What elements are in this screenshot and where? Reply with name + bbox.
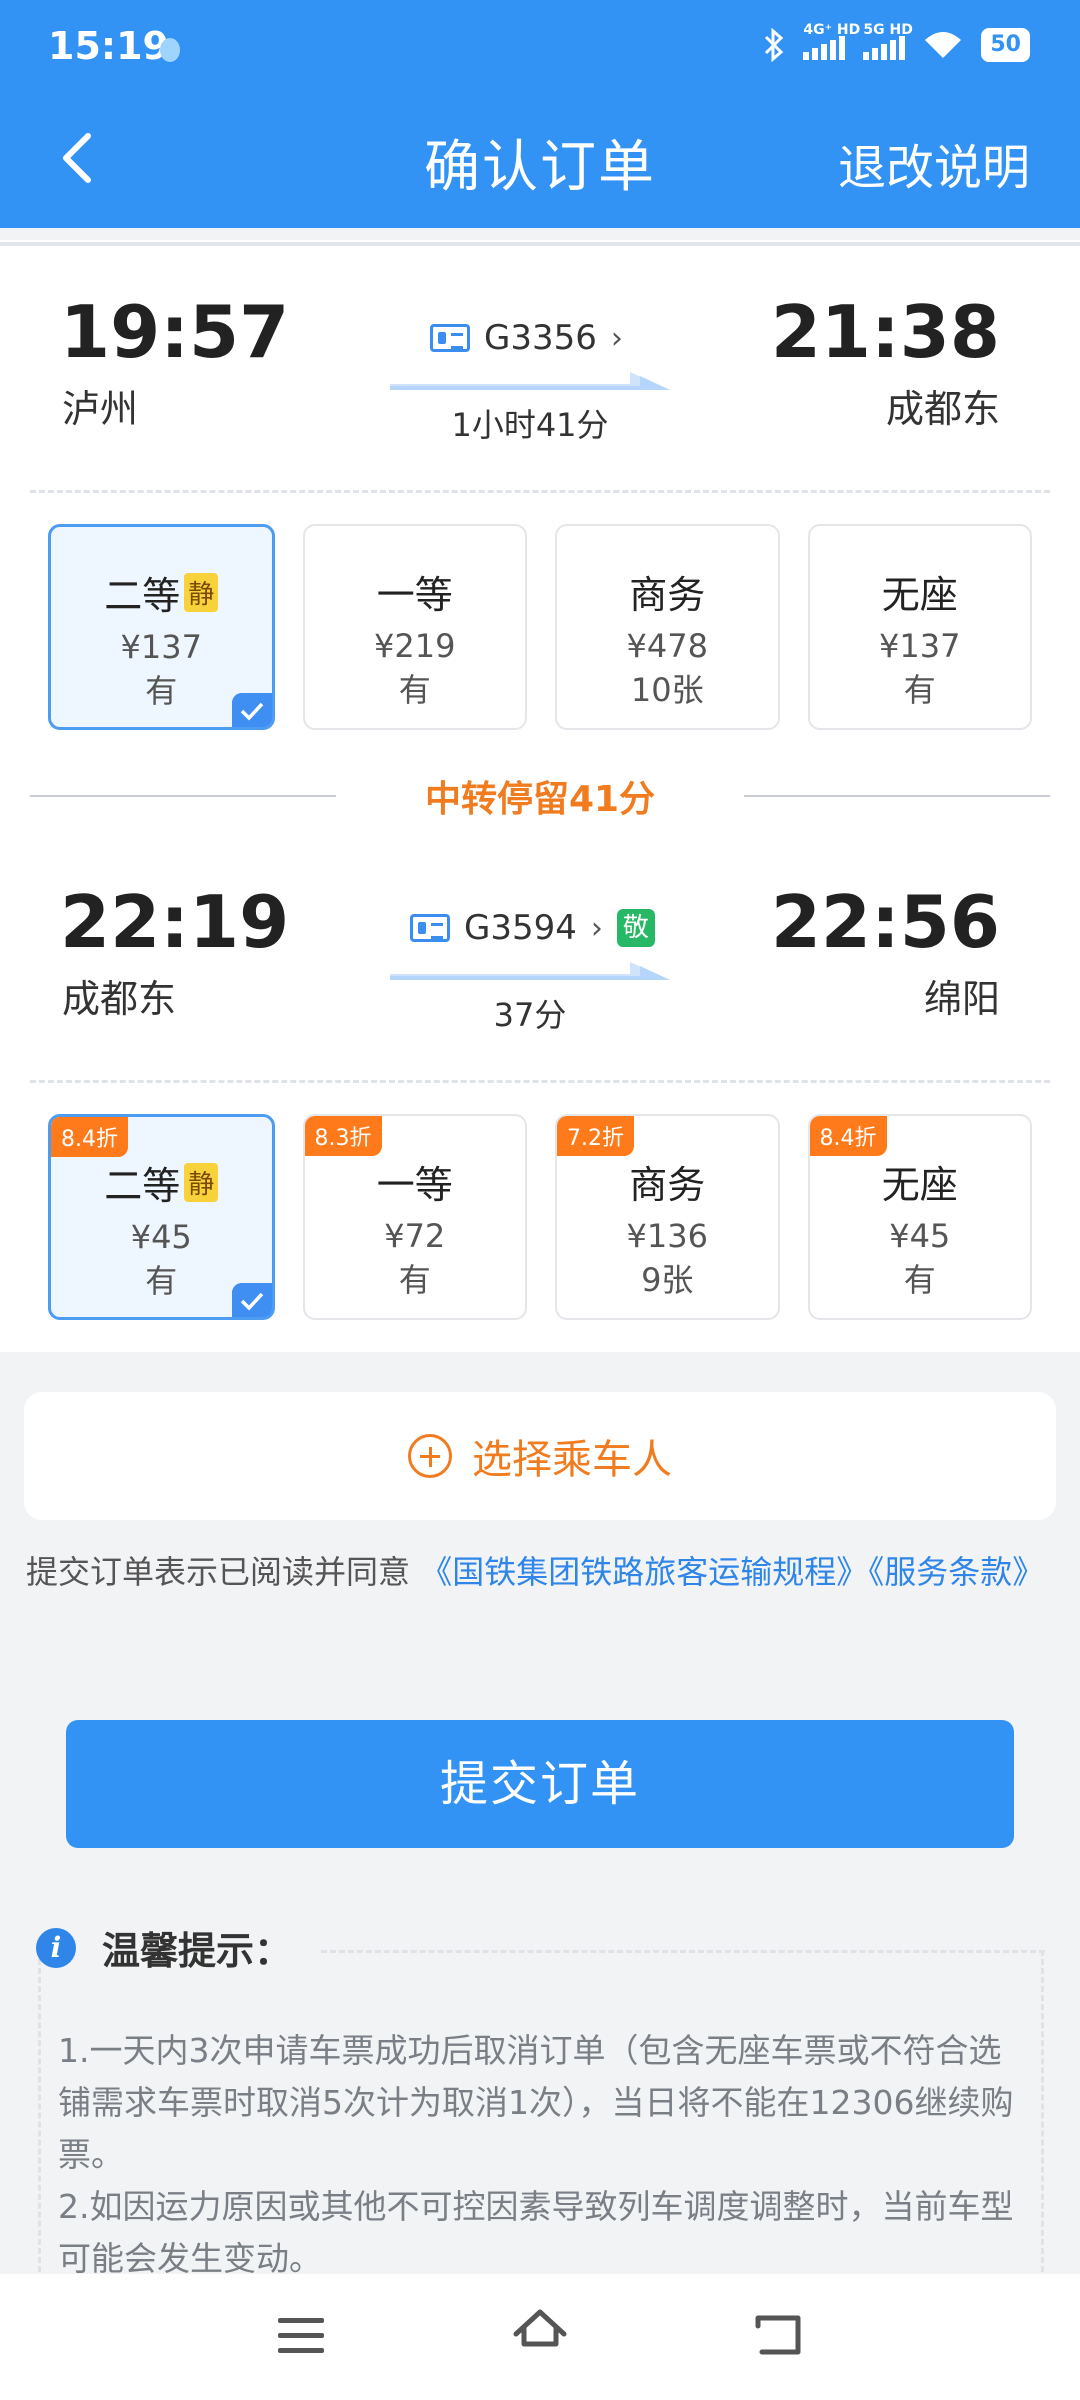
- route-arrow-icon: [390, 372, 670, 390]
- status-time: 15:19: [48, 24, 169, 68]
- leg-2-info: 22:19 成都东 G3594 › 敬 37分 22:56 绵阳: [0, 840, 1080, 1034]
- trip-duration: 37分: [493, 996, 567, 1034]
- seat-name: 一等: [376, 573, 453, 617]
- seat-availability: 10张: [630, 671, 704, 709]
- leg-1-seat-options: 二等静 ¥137 有 一等 ¥219 有 商务 ¥478 10张 无座 ¥137…: [48, 524, 1032, 730]
- signal-5g-icon: 5G HD: [863, 22, 913, 60]
- submit-order-button[interactable]: 提交订单: [66, 1720, 1014, 1848]
- discount-badge: 7.2折: [557, 1116, 634, 1156]
- battery-icon: 50: [981, 28, 1030, 62]
- seat-option-no-seat[interactable]: 无座 ¥137 有: [807, 524, 1032, 730]
- seat-option-no-seat[interactable]: 8.4折 无座 ¥45 有: [807, 1114, 1032, 1320]
- train-number-link[interactable]: G3356 ›: [430, 318, 623, 358]
- bluetooth-icon: [765, 28, 784, 62]
- discount-badge: 8.4折: [51, 1117, 128, 1157]
- info-icon: i: [36, 1927, 76, 1968]
- seat-availability: 有: [903, 1261, 936, 1299]
- wifi-icon: [925, 32, 962, 58]
- seat-availability: 有: [398, 671, 431, 709]
- back-icon[interactable]: [752, 2310, 804, 2360]
- agreement-prefix: 提交订单表示已阅读并同意: [26, 1553, 411, 1591]
- dashed-divider: [30, 490, 1050, 493]
- seat-price: ¥137: [120, 628, 202, 666]
- transfer-layover: 中转停留41分: [0, 770, 1080, 820]
- departure-time: 22:19: [60, 880, 290, 964]
- departure-time: 19:57: [60, 290, 290, 374]
- seat-name: 一等: [376, 1163, 453, 1207]
- train-number: G3594: [464, 908, 577, 948]
- home-icon[interactable]: [510, 2304, 570, 2364]
- seat-option-first-class[interactable]: 一等 ¥219 有: [302, 524, 527, 730]
- train-number-link[interactable]: G3594 › 敬: [410, 908, 655, 948]
- status-icons: 4G⁺ HD 5G HD 50: [763, 22, 1030, 62]
- arrival-time: 21:38: [770, 290, 1000, 374]
- leg-1-info: 19:57 泸州 G3356 › 1小时41分 21:38 成都东: [0, 250, 1080, 444]
- quiet-tag: 静: [184, 1163, 219, 1202]
- tips-content: 1.一天内3次申请车票成功后取消订单（包含无座车票或不符合选铺需求车票时取消5次…: [58, 2025, 1028, 2285]
- rules-link[interactable]: 《国铁集团铁路旅客运输规程》: [420, 1553, 868, 1591]
- signal-4g-icon: 4G⁺ HD: [803, 22, 860, 60]
- arrival-station: 绵阳: [923, 977, 1000, 1021]
- arrival-time: 22:56: [770, 880, 1000, 964]
- seat-price: ¥137: [879, 627, 961, 665]
- system-nav-bar: [0, 2274, 1080, 2400]
- departure-station: 成都东: [62, 977, 177, 1021]
- tips-title: 温馨提示：: [102, 1929, 293, 1973]
- elderly-care-badge: 敬: [616, 909, 655, 947]
- seat-price: ¥478: [626, 627, 708, 665]
- seat-price: ¥45: [130, 1218, 192, 1256]
- seat-availability: 9张: [641, 1261, 694, 1299]
- divider: [0, 242, 1080, 246]
- seat-price: ¥72: [384, 1217, 446, 1255]
- departure-station: 泸州: [62, 387, 139, 431]
- tip-2: 2.如因运力原因或其他不可控因素导致列车调度调整时，当前车型可能会发生变动。: [58, 2187, 1014, 2278]
- notification-dot-icon: [160, 38, 180, 62]
- leg-2-seat-options: 8.4折 二等静 ¥45 有 8.3折 一等 ¥72 有 7.2折 商务 ¥13…: [48, 1114, 1032, 1320]
- seat-option-business[interactable]: 商务 ¥478 10张: [555, 524, 780, 730]
- checkmark-icon: [231, 693, 272, 727]
- dashed-divider: [30, 1080, 1050, 1083]
- seat-availability: 有: [398, 1261, 431, 1299]
- arrival-station: 成都东: [885, 387, 1000, 431]
- refund-policy-link[interactable]: 退改说明: [838, 128, 1030, 198]
- seat-name: 商务: [629, 573, 706, 617]
- id-card-icon: [430, 324, 470, 352]
- seat-name: 无座: [881, 573, 958, 617]
- tips-header: i 温馨提示：: [36, 1920, 292, 1975]
- discount-badge: 8.4折: [809, 1116, 887, 1156]
- seat-option-second-class[interactable]: 8.4折 二等静 ¥45 有: [48, 1114, 275, 1320]
- chevron-right-icon: ›: [590, 910, 603, 946]
- discount-badge: 8.3折: [304, 1116, 382, 1156]
- agreement-notice: 提交订单表示已阅读并同意 《国铁集团铁路旅客运输规程》《服务条款》: [26, 1540, 1056, 1604]
- select-passenger-button[interactable]: 选择乘车人: [24, 1392, 1056, 1520]
- trip-duration: 1小时41分: [451, 406, 609, 444]
- add-circle-icon: [408, 1434, 452, 1478]
- seat-name: 二等: [104, 1164, 181, 1208]
- seat-price: ¥45: [889, 1217, 951, 1255]
- tip-1: 1.一天内3次申请车票成功后取消订单（包含无座车票或不符合选铺需求车票时取消5次…: [58, 2031, 1014, 2174]
- seat-name: 商务: [629, 1163, 706, 1207]
- nav-bar: 确认订单 退改说明: [0, 100, 1080, 228]
- seat-availability: 有: [903, 671, 936, 709]
- seat-option-business[interactable]: 7.2折 商务 ¥136 9张: [555, 1114, 780, 1320]
- status-bar: 15:19 4G⁺ HD 5G HD 50: [0, 0, 1080, 100]
- terms-link[interactable]: 《服务条款》: [868, 1553, 1044, 1591]
- seat-option-second-class[interactable]: 二等静 ¥137 有: [48, 524, 275, 730]
- seat-price: ¥136: [626, 1217, 708, 1255]
- seat-option-first-class[interactable]: 8.3折 一等 ¥72 有: [302, 1114, 527, 1320]
- select-passenger-label: 选择乘车人: [472, 1437, 672, 1483]
- train-number: G3356: [484, 318, 597, 358]
- id-card-icon: [410, 914, 450, 942]
- seat-name: 无座: [881, 1163, 958, 1207]
- route-arrow-icon: [390, 962, 670, 980]
- seat-price: ¥219: [374, 627, 456, 665]
- chevron-right-icon: ›: [610, 320, 623, 356]
- menu-icon[interactable]: [278, 2318, 324, 2354]
- app-header: 15:19 4G⁺ HD 5G HD 50 确认订单 退改说明: [0, 0, 1080, 228]
- quiet-tag: 静: [184, 573, 219, 612]
- seat-name: 二等: [104, 574, 181, 618]
- checkmark-icon: [231, 1283, 272, 1317]
